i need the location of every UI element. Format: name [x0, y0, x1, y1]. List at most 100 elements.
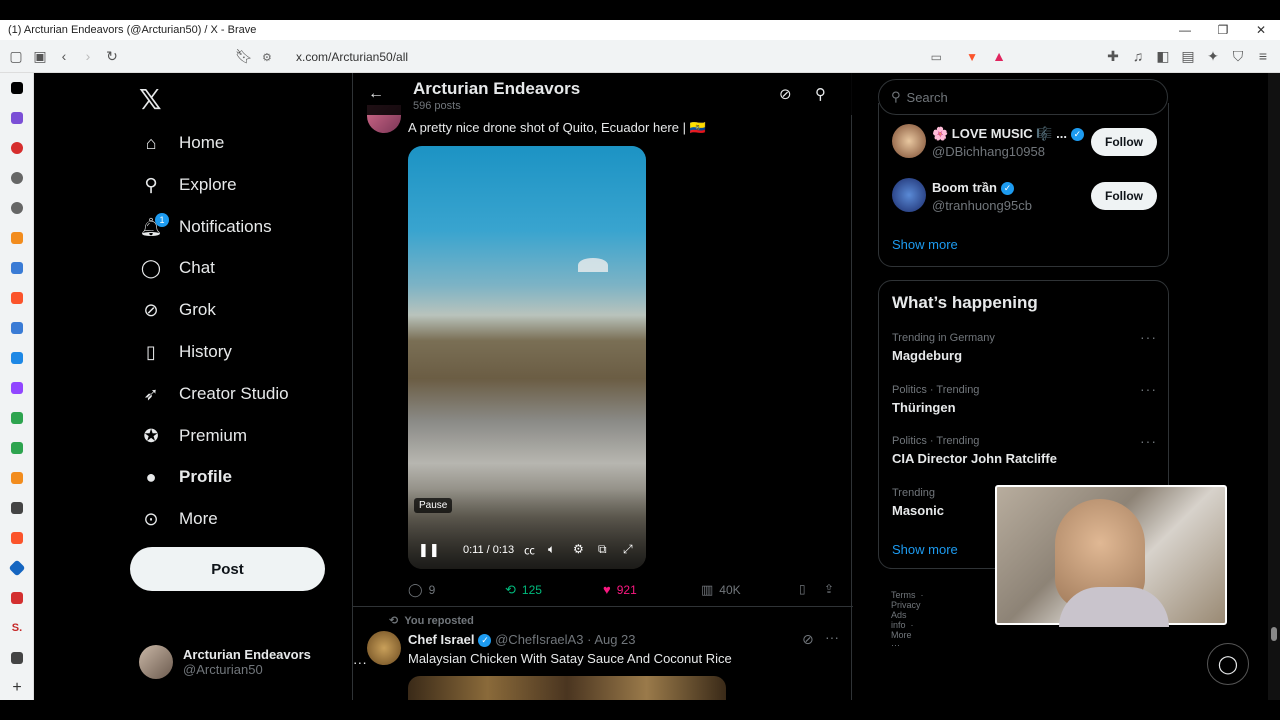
- tweet-image[interactable]: [408, 676, 726, 700]
- reply-button[interactable]: ◯ 9: [408, 582, 435, 598]
- post-button[interactable]: Post: [130, 547, 325, 591]
- tab-robot-icon[interactable]: [0, 433, 34, 463]
- follow-button[interactable]: Follow: [1091, 128, 1157, 156]
- back-arrow-icon[interactable]: ←: [368, 85, 384, 103]
- share-button[interactable]: ⇪: [824, 582, 834, 596]
- views-button[interactable]: ▥ 40K: [701, 582, 741, 598]
- follow-button[interactable]: Follow: [1091, 182, 1157, 210]
- settings-icon[interactable]: ⚙: [573, 542, 584, 556]
- like-button[interactable]: ♥ 921: [603, 582, 637, 597]
- account-switcher[interactable]: Arcturian Endeavors @Arcturian50 ···: [139, 645, 367, 679]
- tab-brave-icon[interactable]: [0, 283, 34, 313]
- tab-globe-icon[interactable]: [0, 163, 34, 193]
- tab-mail-icon[interactable]: [0, 103, 34, 133]
- tab-shield-icon[interactable]: [0, 643, 34, 673]
- brave-rewards-icon[interactable]: ▲: [987, 44, 1011, 68]
- tab-s-icon[interactable]: S.: [0, 613, 34, 643]
- tab-play-icon[interactable]: [0, 463, 34, 493]
- bookmark-button[interactable]: ▯: [799, 582, 806, 596]
- more-icon[interactable]: ···: [1140, 381, 1157, 397]
- tab-diamond-icon[interactable]: [0, 553, 34, 583]
- sidebar-panel-icon[interactable]: ◧: [1151, 44, 1175, 68]
- nav-history[interactable]: ▯ History: [139, 337, 232, 367]
- privacy-link[interactable]: Privacy: [891, 600, 921, 610]
- grok-icon[interactable]: ⊘: [802, 631, 814, 648]
- more-icon[interactable]: ···: [1140, 433, 1157, 449]
- scrollbar-thumb[interactable]: [1271, 627, 1277, 641]
- site-info-icon[interactable]: ⚙: [262, 51, 282, 64]
- volume-icon[interactable]: 🔈︎: [548, 542, 555, 557]
- tab-shield-icon[interactable]: [0, 493, 34, 523]
- nav-chat[interactable]: ◯ Chat: [139, 253, 215, 283]
- ads-info-link[interactable]: Ads info: [891, 610, 907, 630]
- new-tab-icon[interactable]: +: [0, 673, 34, 703]
- tweet-avatar[interactable]: [367, 631, 401, 665]
- trend-name[interactable]: CIA Director John Ratcliffe: [892, 451, 1057, 466]
- wallet-icon[interactable]: ▤: [1176, 44, 1200, 68]
- trend-name[interactable]: Masonic: [892, 503, 944, 518]
- tab-search-icon[interactable]: ▣: [28, 44, 52, 68]
- menu-icon[interactable]: ≡: [1251, 44, 1275, 68]
- x-logo-icon[interactable]: 𝕏: [139, 83, 162, 116]
- show-more-link[interactable]: Show more: [892, 542, 958, 557]
- trend-name[interactable]: Thüringen: [892, 400, 956, 415]
- more-link[interactable]: More ···: [891, 630, 912, 650]
- repost-button[interactable]: ⟲ 125: [505, 582, 542, 598]
- back-icon[interactable]: ‹: [52, 44, 76, 68]
- nav-notifications[interactable]: 🔔︎ 1 Notifications: [139, 212, 272, 242]
- trend-name[interactable]: Magdeburg: [892, 348, 962, 363]
- follow-suggestion-name[interactable]: 🌸 LOVE MUSIC 🎼 ... ✓: [932, 126, 1084, 142]
- nav-explore[interactable]: ⚲ Explore: [139, 170, 236, 200]
- video-player[interactable]: Pause ❚❚ 0:11 / 0:13 ㏄ 🔈︎ ⚙ ⧉ ⤢: [408, 146, 646, 569]
- restore-icon[interactable]: ❐: [1204, 20, 1242, 40]
- page-scrollbar[interactable]: [1268, 73, 1280, 700]
- pause-icon[interactable]: ❚❚: [418, 542, 440, 558]
- bookmark-page-icon[interactable]: 🔖︎: [232, 44, 256, 68]
- leo-ai-icon[interactable]: ✦: [1201, 44, 1225, 68]
- extensions-icon[interactable]: ✚: [1101, 44, 1125, 68]
- show-more-link[interactable]: Show more: [892, 237, 958, 252]
- tab-app-icon[interactable]: [0, 343, 34, 373]
- nav-more[interactable]: ⊙ More: [139, 504, 217, 534]
- pip-icon[interactable]: ⧉: [598, 542, 607, 557]
- tab-record-icon[interactable]: [0, 133, 34, 163]
- nav-grok[interactable]: ⊘ Grok: [139, 295, 215, 325]
- minimize-icon[interactable]: —: [1166, 20, 1204, 40]
- forward-icon[interactable]: ›: [76, 44, 100, 68]
- tab-bird-icon[interactable]: [0, 313, 34, 343]
- nav-profile[interactable]: ● Profile: [139, 462, 232, 492]
- music-icon[interactable]: ♫: [1126, 44, 1150, 68]
- tab-bird-icon[interactable]: [0, 253, 34, 283]
- cast-icon[interactable]: ▭: [931, 50, 942, 64]
- brave-shields-icon[interactable]: ▼: [966, 50, 978, 64]
- tab-robot-icon[interactable]: [0, 403, 34, 433]
- close-icon[interactable]: ✕: [1242, 20, 1280, 40]
- tweet-handle[interactable]: @ChefIsraelA3: [495, 632, 583, 647]
- reload-icon[interactable]: ↻: [100, 44, 124, 68]
- tab-maple-icon[interactable]: [0, 583, 34, 613]
- chat-fab-button[interactable]: ◯: [1207, 643, 1249, 685]
- more-icon[interactable]: ···: [825, 629, 839, 645]
- nav-home[interactable]: ⌂ Home: [139, 128, 225, 158]
- avatar[interactable]: [892, 178, 926, 212]
- nav-creator-studio[interactable]: ➶ Creator Studio: [139, 379, 288, 409]
- sidebar-toggle-icon[interactable]: ▢: [4, 44, 28, 68]
- vpn-icon[interactable]: ⛉: [1226, 44, 1250, 68]
- follow-suggestion-name[interactable]: Boom trần ✓: [932, 180, 1014, 196]
- tweet-author[interactable]: Chef Israel: [408, 632, 474, 647]
- grok-icon[interactable]: ⊘: [779, 85, 792, 103]
- tab-play-icon[interactable]: [0, 223, 34, 253]
- avatar[interactable]: [892, 124, 926, 158]
- terms-link[interactable]: Terms: [891, 590, 916, 600]
- captions-icon[interactable]: ㏄: [524, 542, 535, 558]
- tab-x-icon[interactable]: [0, 73, 34, 103]
- nav-premium[interactable]: ✪ Premium: [139, 421, 247, 451]
- tab-twitch-icon[interactable]: [0, 373, 34, 403]
- address-bar[interactable]: ⚙ x.com/Arcturian50/all ▭ ▼: [262, 46, 984, 68]
- tab-globe-icon[interactable]: [0, 193, 34, 223]
- search-icon[interactable]: ⚲: [815, 85, 826, 103]
- tab-brave-icon[interactable]: [0, 523, 34, 553]
- tweet-date[interactable]: · Aug 23: [587, 632, 635, 647]
- more-icon[interactable]: ···: [1140, 329, 1157, 345]
- fullscreen-icon[interactable]: ⤢: [623, 542, 633, 557]
